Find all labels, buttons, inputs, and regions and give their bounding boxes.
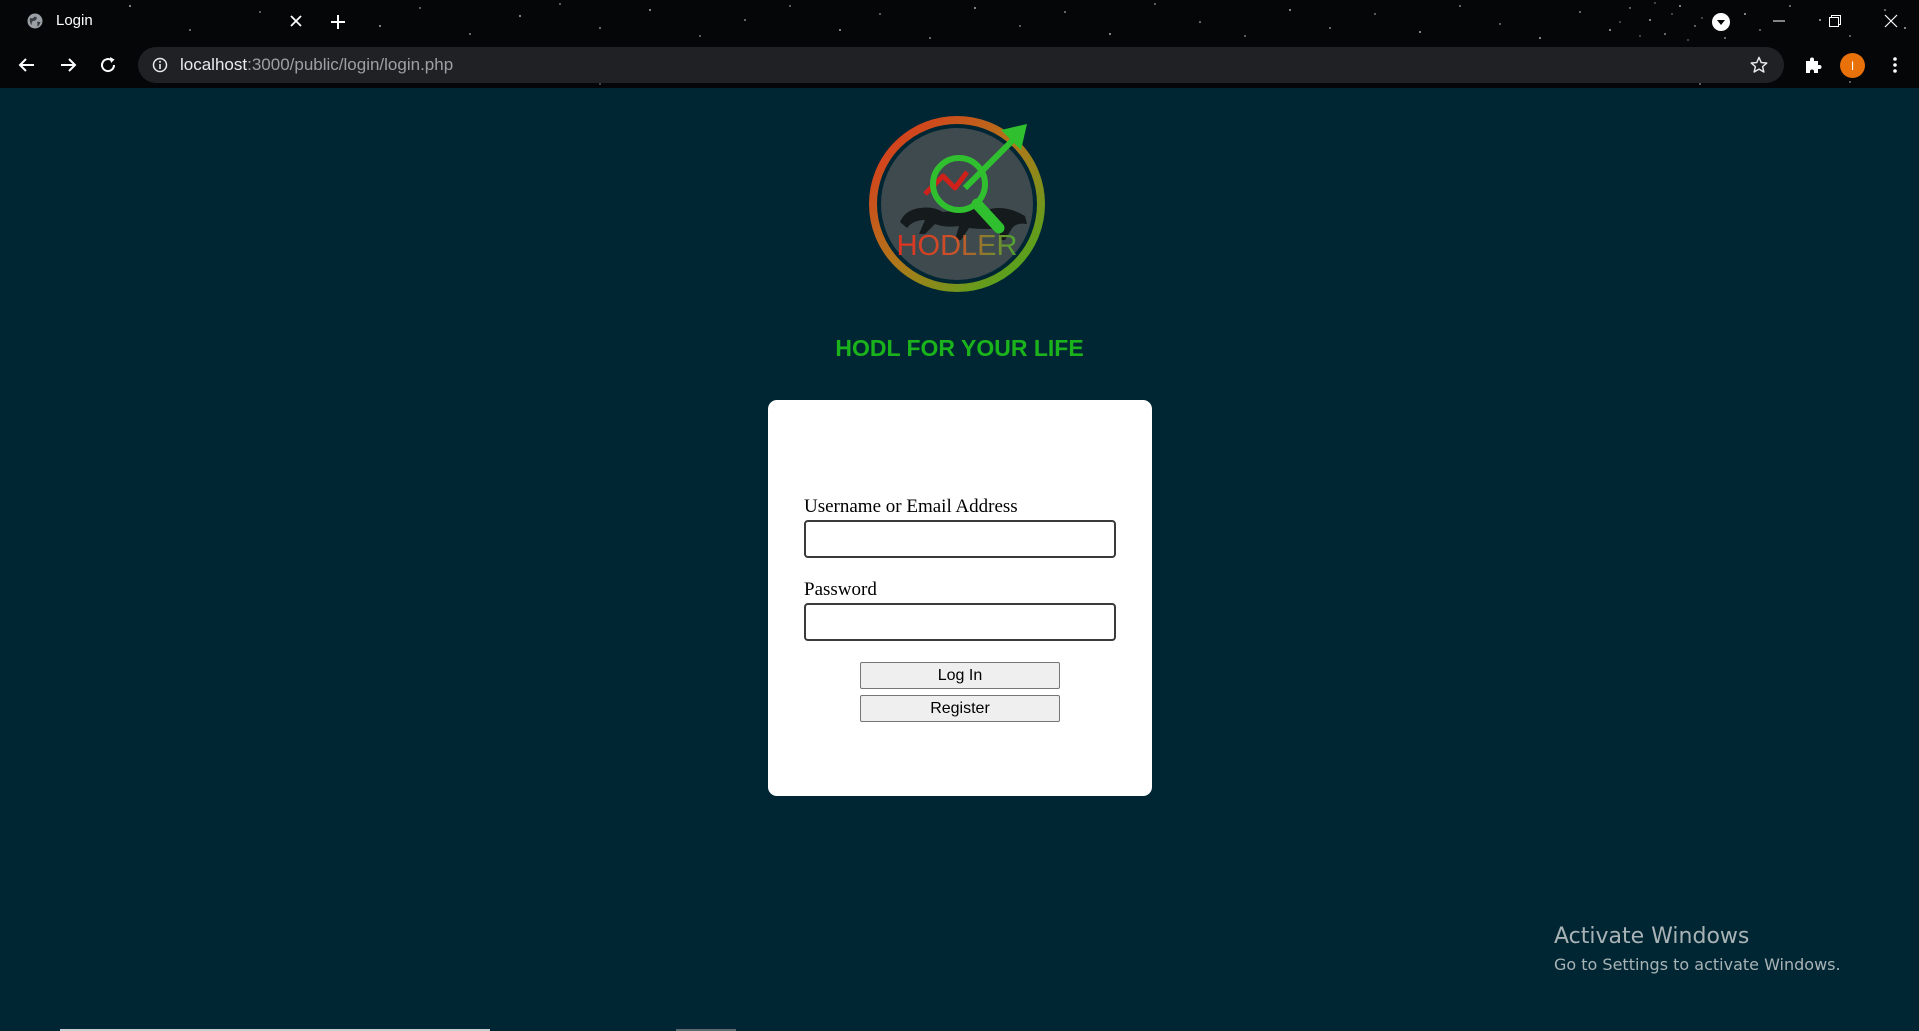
- reload-icon: [101, 57, 116, 73]
- tab-search-button[interactable]: [1708, 9, 1734, 35]
- plus-icon: [331, 15, 345, 29]
- reload-button[interactable]: [93, 50, 123, 80]
- forward-button[interactable]: [53, 50, 83, 80]
- close-icon: [1884, 14, 1898, 27]
- restore-icon: [1829, 14, 1841, 27]
- bookmark-star-button[interactable]: [1744, 50, 1774, 80]
- tab-title: Login: [56, 12, 93, 29]
- password-label: Password: [804, 579, 877, 600]
- info-icon[interactable]: [150, 55, 170, 75]
- url-path: :3000/public/login/login.php: [247, 55, 454, 74]
- tab-close-icon[interactable]: [284, 9, 308, 33]
- username-input[interactable]: [804, 520, 1116, 558]
- url-text: localhost:3000/public/login/login.php: [180, 55, 1744, 75]
- url-host: localhost: [180, 55, 248, 74]
- browser-menu-button[interactable]: [1880, 50, 1910, 80]
- username-label: Username or Email Address: [804, 496, 1018, 517]
- tagline: HODL FOR YOUR LIFE: [835, 335, 1084, 361]
- arrow-right-icon: [61, 58, 77, 72]
- watermark-title: Activate Windows: [1554, 924, 1750, 949]
- globe-icon: [26, 12, 44, 30]
- login-button[interactable]: Log In: [860, 662, 1060, 689]
- back-button[interactable]: [12, 50, 42, 80]
- minimize-button[interactable]: [1751, 0, 1807, 41]
- restore-button[interactable]: [1807, 0, 1863, 41]
- activate-windows-watermark: Activate Windows Go to Settings to activ…: [1554, 924, 1841, 974]
- window-controls: [1751, 0, 1919, 41]
- close-window-button[interactable]: [1863, 0, 1919, 41]
- star-icon: [1750, 56, 1768, 73]
- new-tab-button[interactable]: [324, 8, 352, 36]
- register-button[interactable]: Register: [860, 695, 1060, 722]
- chevron-down-icon: [1712, 13, 1730, 31]
- extensions-button[interactable]: [1798, 50, 1828, 80]
- puzzle-icon: [1806, 57, 1822, 73]
- profile-avatar[interactable]: I: [1840, 53, 1865, 78]
- watermark-subtitle: Go to Settings to activate Windows.: [1554, 955, 1841, 974]
- address-bar[interactable]: localhost:3000/public/login/login.php: [138, 47, 1784, 83]
- browser-tab[interactable]: Login: [10, 0, 310, 41]
- arrow-left-icon: [18, 58, 34, 72]
- browser-chrome: Login localhost:3000/public/login/login.…: [0, 0, 1919, 88]
- hodler-logo: HODLER: [869, 116, 1045, 292]
- login-card: Username or Email Address Password Log I…: [768, 400, 1152, 796]
- minimize-icon: [1773, 20, 1785, 21]
- kebab-menu-icon: [1893, 57, 1897, 73]
- logo-text: HODLER: [897, 230, 1018, 262]
- password-input[interactable]: [804, 603, 1116, 641]
- browser-toolbar: localhost:3000/public/login/login.php I: [0, 46, 1919, 84]
